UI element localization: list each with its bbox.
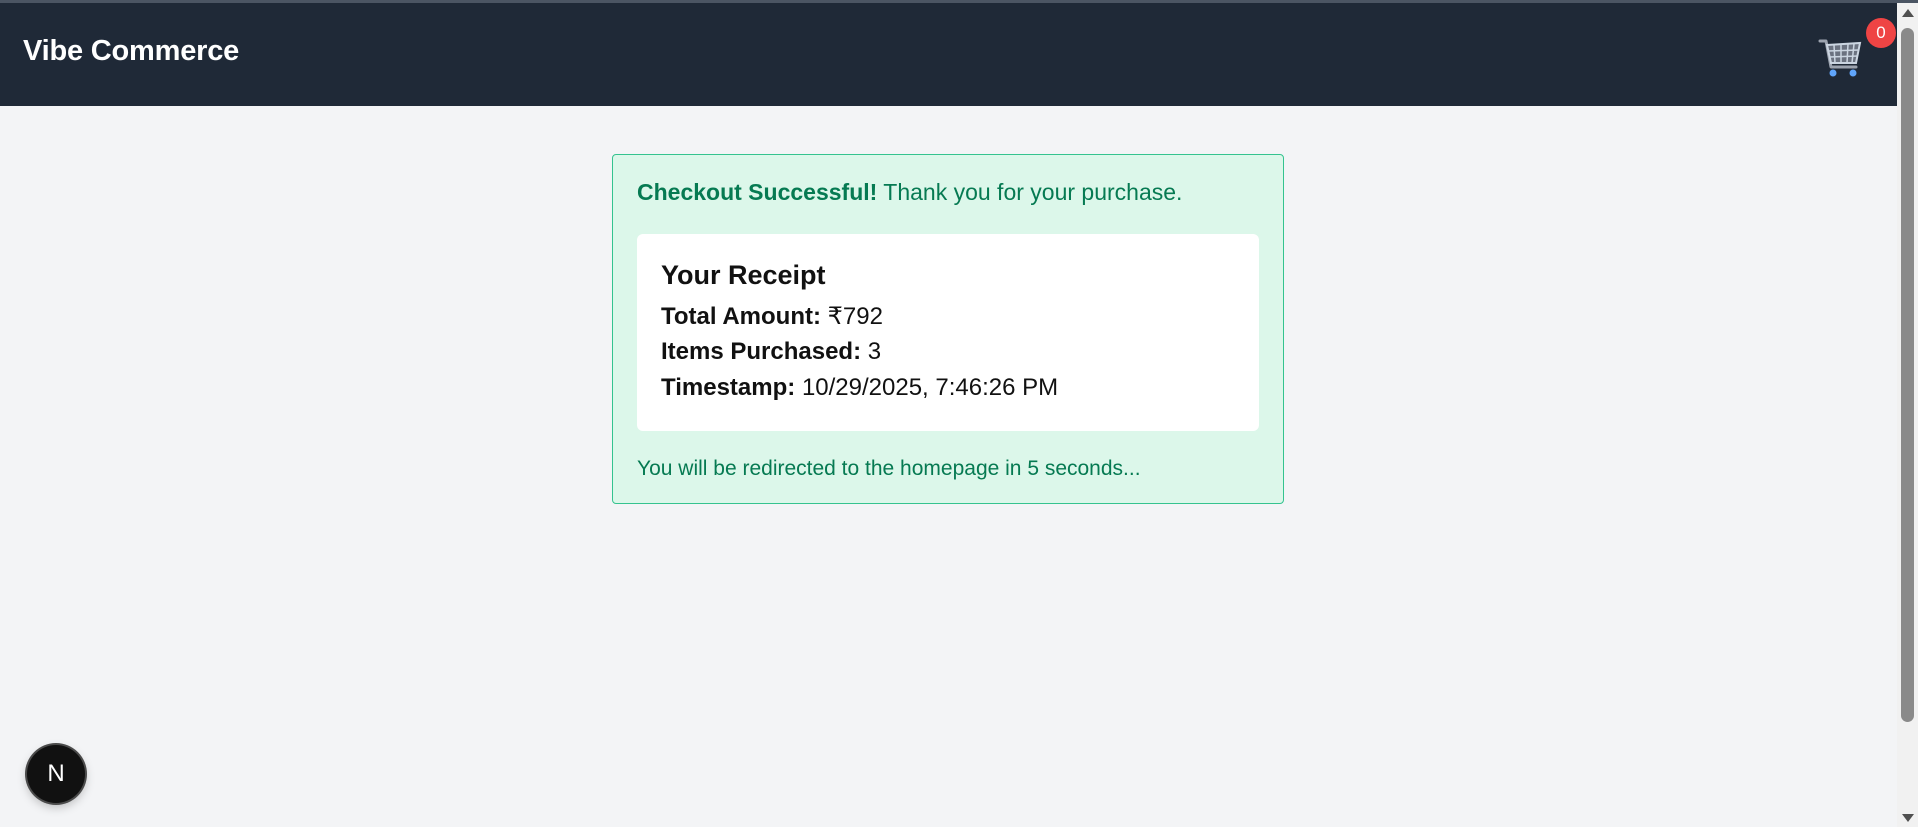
vertical-scrollbar[interactable] bbox=[1897, 3, 1918, 827]
checkout-success-alert: Checkout Successful! Thank you for your … bbox=[612, 154, 1284, 504]
scroll-up-arrow-icon[interactable] bbox=[1902, 9, 1914, 17]
scroll-down-arrow-icon[interactable] bbox=[1902, 814, 1914, 822]
nextjs-devtools-button[interactable]: N bbox=[27, 745, 85, 803]
receipt-items-row: Items Purchased: 3 bbox=[661, 338, 881, 366]
shopping-cart-icon bbox=[1818, 39, 1862, 77]
items-purchased-label: Items Purchased: bbox=[661, 338, 862, 365]
timestamp-value: 10/29/2025, 7:46:26 PM bbox=[801, 374, 1059, 401]
items-purchased-value: 3 bbox=[867, 338, 882, 365]
cart-count-badge: 0 bbox=[1866, 18, 1896, 48]
alert-text: Thank you for your purchase. bbox=[877, 179, 1183, 205]
redirect-notice: You will be redirected to the homepage i… bbox=[637, 457, 1141, 480]
total-amount-label: Total Amount: bbox=[661, 303, 821, 330]
receipt-timestamp-row: Timestamp: 10/29/2025, 7:46:26 PM bbox=[661, 374, 1058, 402]
brand-logo-link[interactable]: Vibe Commerce bbox=[23, 35, 239, 68]
alert-headline: Checkout Successful! bbox=[637, 179, 878, 205]
cart-button[interactable] bbox=[1812, 31, 1868, 85]
receipt-title: Your Receipt bbox=[661, 260, 826, 290]
scrollbar-thumb[interactable] bbox=[1901, 28, 1914, 722]
alert-message: Checkout Successful! Thank you for your … bbox=[637, 179, 1182, 206]
total-amount-value: ₹792 bbox=[827, 303, 883, 330]
timestamp-label: Timestamp: bbox=[661, 374, 796, 401]
receipt-card: Your Receipt Total Amount: ₹792 Items Pu… bbox=[637, 234, 1259, 431]
receipt-total-row: Total Amount: ₹792 bbox=[661, 302, 883, 331]
navbar: Vibe Commerce 0 bbox=[0, 3, 1897, 106]
nextjs-logo-icon: N bbox=[47, 760, 65, 787]
